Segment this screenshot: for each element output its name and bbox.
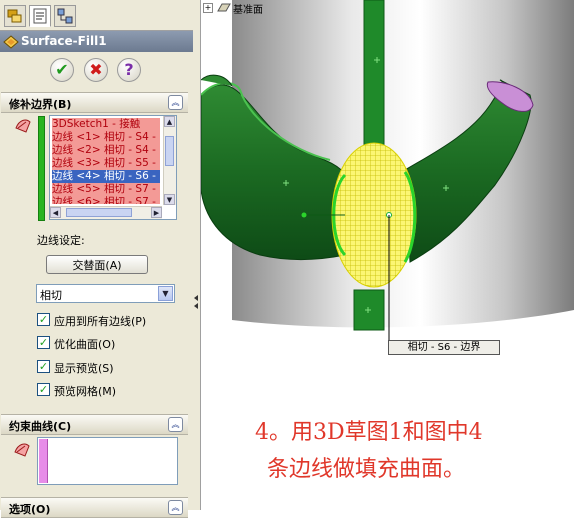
list-item[interactable]: 边线 <6> 相切 - S7 - [52, 196, 160, 204]
constraint-curve-icon [14, 443, 30, 457]
patch-boundary-title: 修补边界(B) [9, 98, 72, 111]
edge-settings-label: 边线设定: [37, 234, 85, 247]
caption-line-2: 条边线做填充曲面。 [267, 457, 466, 482]
constraint-curves-header[interactable]: 约束曲线(C) ︽ [1, 414, 188, 435]
property-manager-tab[interactable] [29, 5, 51, 27]
apply-all-edges-checkbox[interactable]: ✓ [37, 313, 50, 326]
collapse-chevron-icon[interactable]: ︽ [168, 95, 183, 110]
vertical-strip-top [363, 0, 385, 151]
scroll-down-icon[interactable]: ▼ [164, 194, 175, 205]
configuration-manager-tab[interactable] [54, 5, 76, 27]
collapse-chevron-icon[interactable]: ︽ [168, 500, 183, 515]
alternate-face-button[interactable]: 交替面(A) [46, 255, 148, 274]
plane-icon [217, 3, 231, 12]
scroll-right-icon[interactable]: ▶ [151, 207, 162, 218]
edge-callout[interactable]: 相切 - S6 - 边界 [388, 340, 500, 355]
splitter-grip-icon [194, 295, 198, 309]
options-header[interactable]: 选项(O) ︽ [1, 497, 188, 518]
list-item[interactable]: 边线 <5> 相切 - S7 - [52, 183, 160, 196]
scroll-up-icon[interactable]: ▲ [164, 116, 175, 127]
patch-boundary-header[interactable]: 修补边界(B) ︽ [1, 92, 188, 113]
curvature-control-value: 相切 [40, 289, 62, 302]
check-icon: ✔ [55, 60, 69, 79]
scroll-thumb-h[interactable] [66, 208, 132, 217]
configuration-icon [57, 8, 73, 24]
list-item[interactable]: 边线 <3> 相切 - S5 - [52, 157, 160, 170]
graphics-viewport[interactable]: + 基准面 相切 - S6 - 边界 4。用3D草图1和图中4 条边线做填充曲面… [201, 0, 587, 510]
constraint-curves-list[interactable] [37, 437, 178, 485]
selection-indicator-bar [39, 439, 48, 483]
ok-button[interactable]: ✔ [50, 58, 74, 82]
expand-plus-icon[interactable]: + [203, 3, 213, 13]
manager-tabs [0, 0, 193, 31]
sketch-point [301, 212, 307, 218]
vertical-scrollbar[interactable]: ▲ ▼ [163, 116, 176, 205]
optimize-surface-label: 优化曲面(O) [54, 338, 116, 351]
list-item[interactable]: 3DSketch1 - 接触 [52, 118, 160, 131]
show-preview-label: 显示预览(S) [54, 362, 114, 375]
feature-title: Surface-Fill1 [21, 34, 107, 48]
list-item[interactable]: 边线 <2> 相切 - S4 - [52, 144, 160, 157]
cancel-button[interactable]: ✖ [84, 58, 108, 82]
scroll-thumb[interactable] [165, 136, 174, 166]
apply-all-edges-label: 应用到所有边线(P) [54, 315, 147, 328]
preview-mesh-label: 预览网格(M) [54, 385, 117, 398]
list-item[interactable]: 边线 <1> 相切 - S4 - [52, 131, 160, 144]
preview-mesh-checkbox[interactable]: ✓ [37, 383, 50, 396]
help-icon: ? [124, 60, 134, 79]
edge-list-box[interactable]: 3DSketch1 - 接触 边线 <1> 相切 - S4 - 边线 <2> 相… [49, 115, 177, 220]
feature-tree-icon [7, 9, 22, 23]
scroll-left-icon[interactable]: ◀ [50, 207, 61, 218]
edge-selection-icon [15, 119, 31, 133]
chevron-down-icon[interactable]: ▼ [158, 286, 173, 301]
property-manager-panel: Surface-Fill1 ✔ ✖ ? 修补边界(B) ︽ 3DSketch1 … [0, 0, 194, 518]
horizontal-scrollbar[interactable]: ◀ ▶ [50, 206, 162, 219]
selection-indicator-bar [38, 116, 45, 221]
options-title: 选项(O) [9, 503, 51, 516]
show-preview-checkbox[interactable]: ✓ [37, 360, 50, 373]
fill-surface-icon [3, 35, 19, 49]
collapse-chevron-icon[interactable]: ︽ [168, 417, 183, 432]
help-button[interactable]: ? [117, 58, 141, 82]
x-icon: ✖ [89, 60, 103, 79]
feature-title-bar: Surface-Fill1 [0, 31, 193, 52]
feature-manager-tab[interactable] [4, 5, 26, 27]
tree-item-label: 基准面 [233, 5, 263, 16]
list-item-selected[interactable]: 边线 <4> 相切 - S6 - [52, 170, 160, 183]
constraint-curves-title: 约束曲线(C) [9, 420, 72, 433]
caption-line-1: 4。用3D草图1和图中4 [255, 420, 483, 445]
curvature-control-select[interactable]: 相切 ▼ [36, 284, 175, 303]
panel-splitter[interactable] [193, 0, 201, 510]
property-manager-icon [33, 8, 47, 24]
optimize-surface-checkbox[interactable]: ✓ [37, 336, 50, 349]
